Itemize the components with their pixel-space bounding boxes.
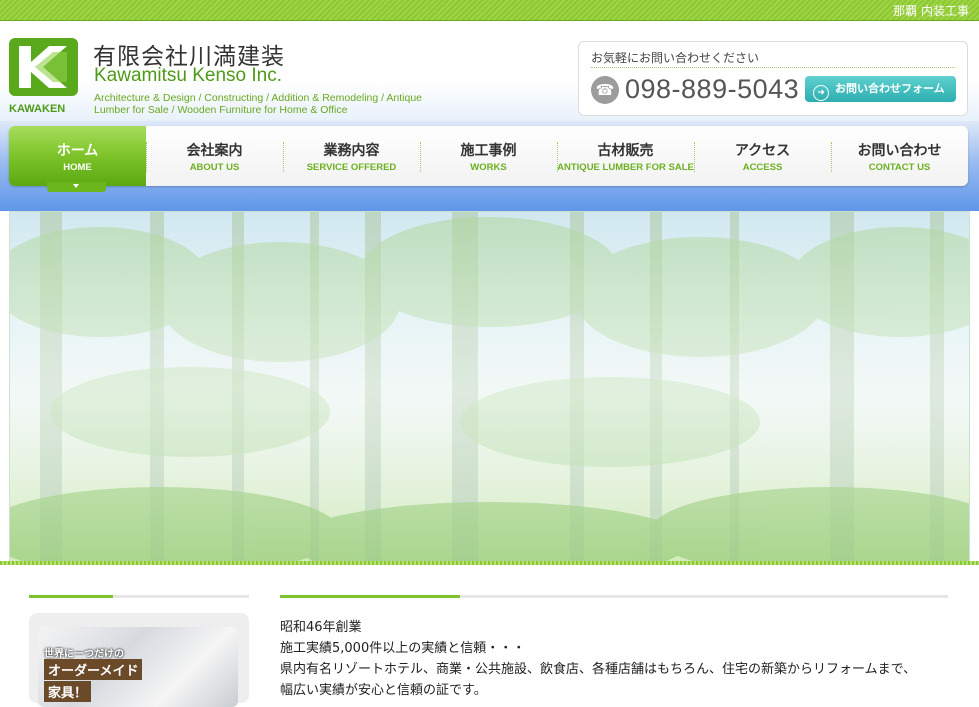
- nav-label-jp: 施工事例: [460, 143, 517, 159]
- nav-label-jp: 古材販売: [597, 143, 654, 159]
- nav-label-jp: お問い合わせ: [857, 143, 942, 159]
- phone-number[interactable]: 098-889-5043: [625, 74, 799, 105]
- intro-line: 幅広い実績が安心と信頼の証です。: [280, 683, 487, 698]
- nav-works[interactable]: 施工事例 WORKS: [420, 126, 557, 186]
- hero-forest-image: [9, 211, 970, 563]
- global-nav: ホーム HOME 会社案内 ABOUT US 業務内容 SERVICE OFFE…: [9, 126, 968, 192]
- active-indicator: [47, 182, 106, 192]
- intro-line: 施工実績5,000件以上の実績と信頼・・・: [280, 641, 526, 656]
- nav-label-en: HOME: [63, 162, 92, 173]
- nav-label-jp: ホーム: [56, 143, 99, 159]
- banner-subtitle: 家具！: [44, 681, 92, 702]
- logo-text: KAWAKEN: [9, 103, 66, 115]
- kawaken-logo[interactable]: [9, 38, 78, 96]
- nav-label-en: WORKS: [470, 162, 507, 173]
- nav-service[interactable]: 業務内容 SERVICE OFFERED: [283, 126, 420, 186]
- sidebar-divider: [29, 595, 249, 598]
- nav-label-en: CONTACT US: [868, 162, 931, 173]
- main-divider: [280, 595, 948, 598]
- banner-title: オーダーメイド: [44, 659, 143, 680]
- intro-line: 県内有名リゾートホテル、商業・公共施設、飲食店、各種店舗はもちろん、住宅の新築か…: [280, 662, 917, 677]
- contact-divider: [591, 67, 955, 68]
- company-description: Architecture & Design / Constructing / A…: [94, 92, 423, 116]
- banner-image: 世界に一つだけの オーダーメイド 家具！: [38, 627, 238, 707]
- contact-label: お気軽にお問い合わせください: [591, 51, 760, 65]
- nav-home[interactable]: ホーム HOME: [9, 126, 146, 192]
- intro-line: 昭和46年創業: [280, 620, 362, 635]
- contact-form-label: お問い合わせフォーム: [835, 82, 945, 95]
- nav-label-jp: アクセス: [734, 143, 791, 159]
- contact-box: お気軽にお問い合わせください ☎ 098-889-5043 ➜ お問い合わせフォー…: [578, 41, 968, 116]
- nav-label-jp: 会社案内: [186, 143, 243, 159]
- content-area: 世界に一つだけの オーダーメイド 家具！ 昭和46年創業 施工実績5,000件以…: [0, 565, 979, 707]
- arrow-right-icon: ➜: [813, 85, 829, 101]
- top-bar: 那覇 内装工事: [0, 0, 979, 21]
- nav-label-jp: 業務内容: [323, 143, 380, 159]
- banner-tagline: 世界に一つだけの: [44, 649, 124, 660]
- contact-form-button[interactable]: ➜ お問い合わせフォーム: [805, 76, 956, 102]
- site-header: KAWAKEN 有限会社川満建装 Kawamitsu Kenso Inc. Ar…: [0, 21, 979, 121]
- nav-label-en: ACCESS: [742, 162, 783, 173]
- area-tag[interactable]: 那覇 内装工事: [893, 2, 969, 19]
- nav-label-en: SERVICE OFFERED: [306, 162, 397, 173]
- phone-icon: ☎: [591, 76, 619, 104]
- nav-contact[interactable]: お問い合わせ CONTACT US: [831, 126, 968, 186]
- nav-about[interactable]: 会社案内 ABOUT US: [146, 126, 283, 186]
- nav-antique-lumber[interactable]: 古材販売 ANTIQUE LUMBER FOR SALE: [557, 126, 694, 186]
- nav-label-en: ABOUT US: [189, 162, 240, 173]
- nav-band: ホーム HOME 会社案内 ABOUT US 業務内容 SERVICE OFFE…: [0, 121, 979, 211]
- nav-label-en: ANTIQUE LUMBER FOR SALE: [557, 162, 694, 173]
- company-name-en: Kawamitsu Kenso Inc.: [94, 65, 282, 86]
- nav-access[interactable]: アクセス ACCESS: [694, 126, 831, 186]
